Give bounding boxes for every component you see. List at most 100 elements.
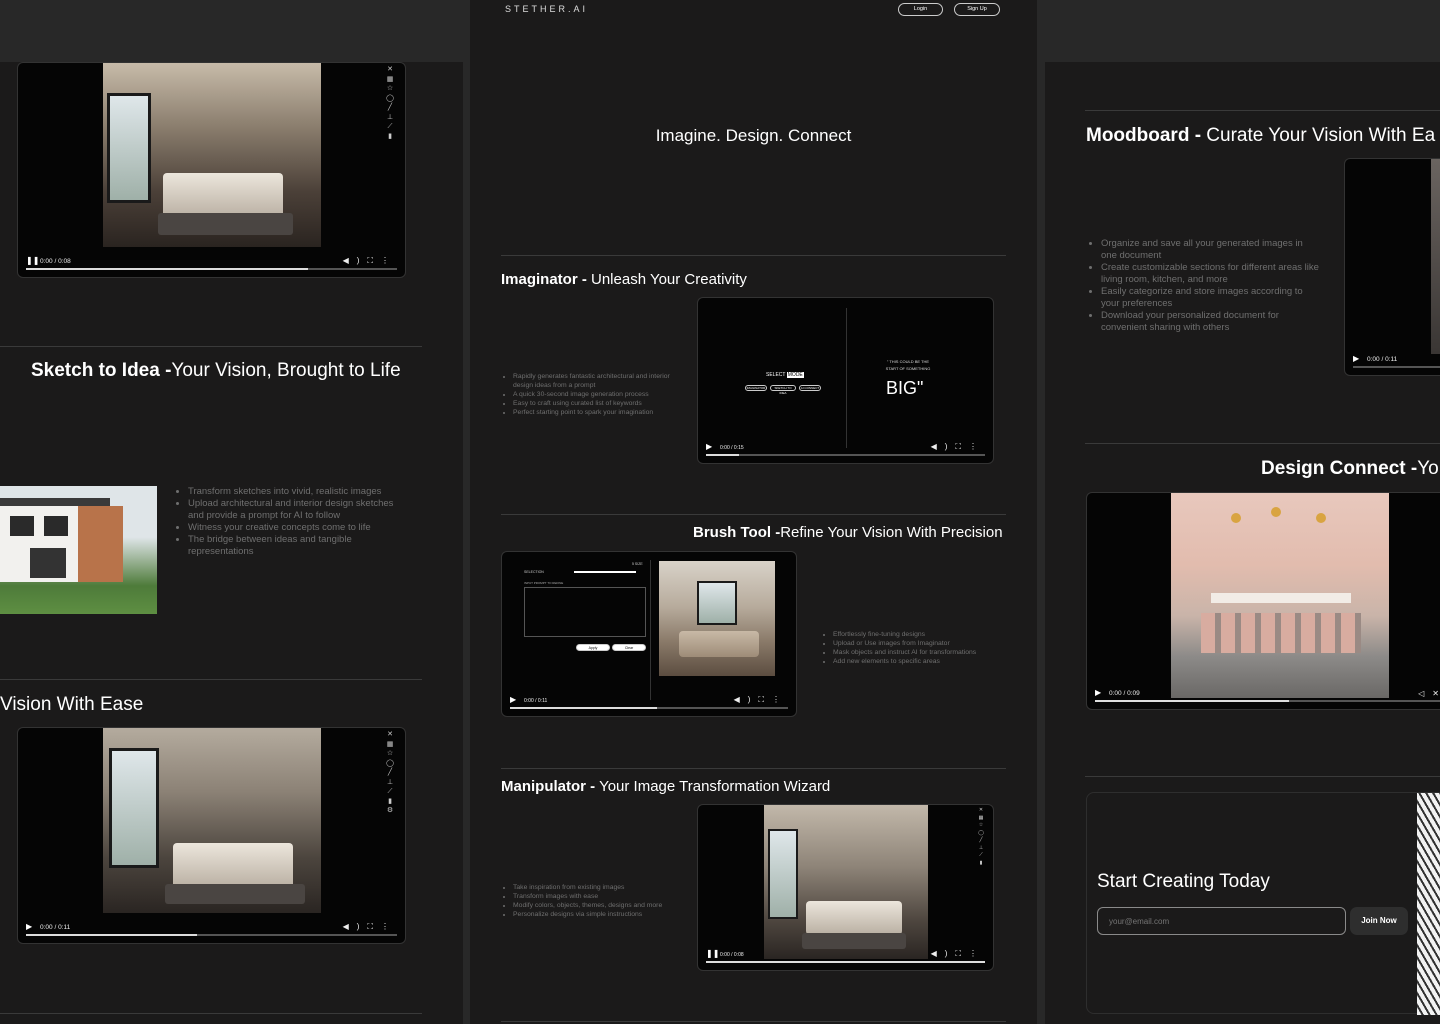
prompt-textarea[interactable] <box>524 587 646 637</box>
bullet-item: Upload or Use images from Imaginator <box>833 639 1003 648</box>
video-time: 0:00 / 0:15 <box>720 445 744 451</box>
join-now-button[interactable]: Join Now <box>1350 907 1408 935</box>
video-controls[interactable]: ▶ 0:00 / 0:11 ◀)⛶⋮ <box>502 686 796 716</box>
bullet-item: Transform sketches into vivid, realistic… <box>188 486 410 498</box>
bullet-item: A quick 30-second image generation proce… <box>513 390 673 399</box>
moodboard-video-player[interactable]: ▶ 0:00 / 0:11 <box>1344 158 1440 376</box>
play-icon[interactable]: ▶ <box>1353 354 1359 363</box>
moodboard-bullets: Organize and save all your generated ima… <box>1091 238 1321 334</box>
imaginator-video-player[interactable]: SELECT MODE IMAGINATOR SKETCH TO IDEA AI… <box>697 297 994 464</box>
volume-fullscreen-menu-icons[interactable]: ◀)⛶⋮ <box>931 442 985 452</box>
clear-button[interactable]: Clear <box>612 644 646 651</box>
bullet-item: Download your personalized document for … <box>1101 310 1321 334</box>
design-connect-video-player[interactable]: ▶ 0:00 / 0:09 ◁✕ <box>1086 492 1440 710</box>
house-image <box>0 486 157 614</box>
mode-sketch-button[interactable]: SKETCH TO IDEA <box>770 385 796 395</box>
logo[interactable]: STETHER.AI <box>505 4 588 14</box>
bedroom-video-player[interactable]: ✕ ▦ ☆ ◯ ╱ ⊥ ⟋ ▮ ❚❚ 0:00 / 0:08 ◀)⛶⋮ <box>17 62 406 278</box>
progress-bar[interactable] <box>706 961 985 963</box>
size-label: 5 SIZE <box>632 562 643 566</box>
restaurant-image <box>1171 493 1389 698</box>
quote-small: " THIS COULD BE THE START OF SOMETHING <box>885 359 931 371</box>
mute-icon[interactable]: ◁✕ <box>1418 689 1440 698</box>
bullet-item: Create customizable sections for differe… <box>1101 262 1321 286</box>
video-time: 0:00 / 0:11 <box>40 924 71 931</box>
video-time: 0:00 / 0:09 <box>1109 690 1140 697</box>
bullet-item: Take inspiration from existing images <box>513 883 678 892</box>
video-controls[interactable]: ▶ 0:00 / 0:11 ◀)⛶⋮ <box>18 913 405 943</box>
left-panel: ✕ ▦ ☆ ◯ ╱ ⊥ ⟋ ▮ ❚❚ 0:00 / 0:08 ◀)⛶⋮ Sketch to I… <box>0 62 463 1024</box>
select-mode-label: SELECT MODE <box>766 372 804 378</box>
manipulator-title: Manipulator - Your Image Transformation … <box>501 778 831 795</box>
selection-label: SELECTION <box>524 570 544 574</box>
signup-button[interactable]: Sign Up <box>954 3 1000 16</box>
apply-button[interactable]: Apply <box>576 644 610 651</box>
volume-fullscreen-menu-icons[interactable]: ◀)⛶⋮ <box>343 922 397 932</box>
video-time: 0:00 / 0:08 <box>40 258 71 265</box>
video-controls[interactable]: ▶ 0:00 / 0:09 ◁✕ <box>1087 679 1440 709</box>
video-controls[interactable]: ▶ 0:00 / 0:15 ◀)⛶⋮ <box>698 433 993 463</box>
bullet-item: Perfect starting point to spark your ima… <box>513 408 673 417</box>
size-slider[interactable] <box>574 571 636 573</box>
play-icon[interactable]: ▶ <box>26 922 32 931</box>
volume-fullscreen-menu-icons[interactable]: ◀)⛶⋮ <box>343 256 397 266</box>
imaginator-bullets: Rapidly generates fantastic architectura… <box>503 372 673 417</box>
pause-icon[interactable]: ❚❚ <box>706 949 719 958</box>
progress-bar[interactable] <box>1095 700 1440 702</box>
center-panel: STETHER.AI Login Sign Up Imagine. Design… <box>470 0 1037 1024</box>
bullet-item: The bridge between ideas and tangible re… <box>188 534 410 558</box>
play-icon[interactable]: ▶ <box>1095 688 1101 697</box>
edit-toolbar[interactable]: ✕ ▦ ☆ ◯ ╱ ⊥ ⟋ ▮ <box>385 65 395 141</box>
video-controls[interactable]: ▶ 0:00 / 0:11 <box>1345 345 1440 375</box>
volume-fullscreen-menu-icons[interactable]: ◀)⛶⋮ <box>734 695 788 705</box>
progress-bar[interactable] <box>510 707 788 709</box>
bullet-item: Easily categorize and store images accor… <box>1101 286 1321 310</box>
progress-bar[interactable] <box>1353 366 1440 368</box>
login-button[interactable]: Login <box>898 3 943 16</box>
play-icon[interactable]: ▶ <box>510 695 516 704</box>
video-time: 0:00 / 0:11 <box>1367 356 1398 363</box>
progress-bar[interactable] <box>706 454 985 456</box>
prompt-label: INPUT PROMPT TO REFINE <box>524 581 564 585</box>
bullet-item: Rapidly generates fantastic architectura… <box>513 372 673 390</box>
bullet-item: Modify colors, objects, themes, designs … <box>513 901 678 910</box>
bullet-item: Witness your creative concepts come to l… <box>188 522 410 534</box>
mode-ai-connect-button[interactable]: AI CONNECT <box>799 385 821 391</box>
bullet-item: Easy to craft using curated list of keyw… <box>513 399 673 408</box>
bullet-item: Effortlessly fine-tuning designs <box>833 630 1003 639</box>
living-room-image <box>659 561 775 676</box>
pause-icon[interactable]: ❚❚ <box>26 256 39 265</box>
brush-video-player[interactable]: 5 SIZE SELECTION INPUT PROMPT TO REFINE … <box>501 551 797 717</box>
sketch-bullets: Transform sketches into vivid, realistic… <box>178 486 410 558</box>
hero-tagline: Imagine. Design. Connect <box>655 126 852 145</box>
brush-tool-title: Brush Tool -Refine Your Vision With Prec… <box>693 524 1003 541</box>
bullet-item: Transform images with ease <box>513 892 678 901</box>
bedroom-image-3 <box>764 805 928 959</box>
play-icon[interactable]: ▶ <box>706 442 712 451</box>
video-controls[interactable]: ❚❚ 0:00 / 0:08 ◀)⛶⋮ <box>18 247 405 277</box>
progress-bar[interactable] <box>26 268 397 270</box>
email-field[interactable] <box>1097 907 1346 935</box>
edit-toolbar[interactable]: ✕ ▦ ☆ ◯ ╱ ⊥ ⟋ ▮ ⚙ <box>385 730 395 816</box>
design-connect-title: Design Connect -Yo <box>1261 458 1439 479</box>
sketch-to-idea-title: Sketch to Idea -Your Vision, Brought to … <box>31 360 401 381</box>
right-panel: Moodboard - Curate Your Vision With Ea O… <box>1045 62 1440 1024</box>
bullet-item: Mask objects and instruct AI for transfo… <box>833 648 1003 657</box>
architecture-image <box>1417 793 1440 1015</box>
video-controls[interactable]: ❚❚ 0:00 / 0:08 ◀)⛶⋮ <box>698 940 993 970</box>
manipulator-video-player[interactable]: ✕ ▦ ☆ ◯ ╱ ⊥ ⟋ ▮ ❚❚ 0:00 / 0:08 ◀)⛶⋮ <box>697 804 994 971</box>
bullet-item: Upload architectural and interior design… <box>188 498 410 522</box>
moodboard-title: Moodboard - Curate Your Vision With Ea <box>1086 125 1436 146</box>
bedroom-image-2 <box>103 728 321 913</box>
quote-big: BIG" <box>886 378 924 398</box>
edit-toolbar[interactable]: ✕ ▦ ☆ ◯ ╱ ⊥ ⟋ ▮ <box>976 807 986 867</box>
bedroom-video-player-2[interactable]: ✕ ▦ ☆ ◯ ╱ ⊥ ⟋ ▮ ⚙ ▶ 0:00 / 0:11 ◀)⛶⋮ <box>17 727 406 944</box>
video-time: 0:00 / 0:11 <box>524 698 548 704</box>
bullet-item: Add new elements to specific areas <box>833 657 1003 666</box>
progress-bar[interactable] <box>26 934 397 936</box>
manipulator-bullets: Take inspiration from existing imagesTra… <box>503 883 678 919</box>
partial-section-title: Vision With Ease <box>0 694 144 715</box>
volume-fullscreen-menu-icons[interactable]: ◀)⛶⋮ <box>931 949 985 959</box>
bullet-item: Personalize designs via simple instructi… <box>513 910 678 919</box>
mode-imaginator-button[interactable]: IMAGINATOR <box>745 385 767 391</box>
